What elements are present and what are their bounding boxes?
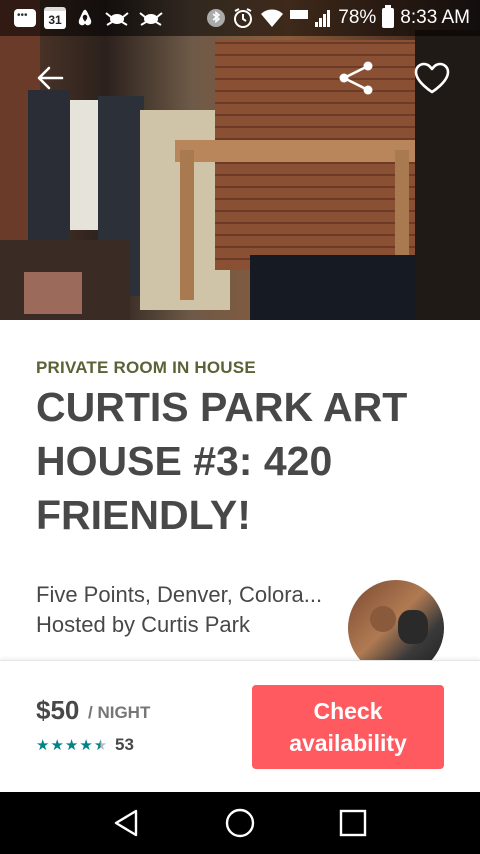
star-full-icon: ★: [50, 737, 64, 754]
bug-icon: [138, 9, 164, 27]
host-name: Hosted by Curtis Park: [36, 612, 250, 637]
bluetooth-icon: [206, 8, 226, 28]
clock: 8:33 AM: [400, 7, 470, 28]
star-full-icon: ★: [79, 737, 93, 754]
status-bar: 31 78% 8:33 AM: [0, 0, 480, 36]
bug-icon: [104, 9, 130, 27]
listing-photo[interactable]: [0, 0, 480, 320]
favorite-button[interactable]: [412, 58, 452, 98]
nav-back-button[interactable]: [107, 803, 147, 843]
photo-pillow: [24, 272, 82, 314]
battery-percent: 78%: [338, 7, 377, 28]
price: $50: [36, 695, 80, 725]
photo-bunk-post: [180, 150, 194, 300]
signal-icon: [314, 8, 332, 28]
back-button[interactable]: [30, 58, 70, 98]
star-half-icon: ★: [93, 737, 108, 754]
star-full-icon: ★: [64, 737, 79, 754]
avatar-figure: [370, 606, 396, 632]
photo-mattress: [250, 255, 420, 320]
price-unit: / NIGHT: [88, 703, 151, 722]
notification-icons: 31: [14, 7, 206, 29]
battery-icon: [382, 5, 395, 28]
room-type-label: PRIVATE ROOM IN HOUSE: [36, 358, 256, 377]
system-icons: 78% 8:33 AM: [206, 5, 470, 29]
listing-location: Five Points, Denver, Colora...: [36, 582, 323, 607]
alarm-icon: [232, 7, 254, 29]
photo-bunk-bed: [175, 140, 425, 162]
wifi-icon: [260, 8, 284, 28]
star-rating[interactable]: ★ ★ ★ ★ ★: [36, 736, 107, 754]
back-arrow-icon: [37, 66, 64, 90]
listing-title: CURTIS PARK ART HOUSE #3: 420 FRIENDLY!: [36, 384, 408, 538]
check-availability-button[interactable]: Check availability: [252, 685, 444, 769]
network-type-icon: [290, 8, 309, 28]
messages-icon: [14, 9, 36, 27]
share-button[interactable]: [336, 58, 376, 98]
android-nav-bar: [0, 792, 480, 854]
review-count[interactable]: 53: [115, 735, 134, 755]
nav-home-button[interactable]: [220, 803, 260, 843]
heart-icon: [414, 62, 450, 94]
booking-bar: $50 / NIGHT ★ ★ ★ ★ ★ 53 Check availabil…: [0, 660, 480, 792]
avatar-figure: [398, 610, 428, 644]
square-recents-icon: [340, 809, 367, 837]
star-full-icon: ★: [36, 737, 50, 754]
circle-home-icon: [225, 808, 255, 838]
calendar-icon: 31: [44, 7, 66, 29]
airbnb-icon: [74, 7, 96, 29]
nav-recents-button[interactable]: [333, 803, 373, 843]
triangle-back-icon: [114, 809, 137, 837]
photo-window: [70, 100, 100, 230]
share-icon: [339, 61, 373, 95]
